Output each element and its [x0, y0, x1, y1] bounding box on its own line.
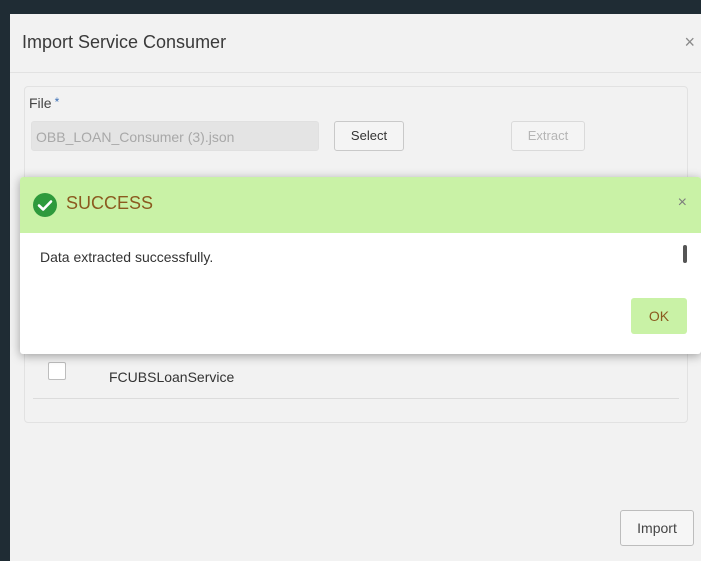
background-window-edge	[0, 0, 10, 561]
file-label-text: File	[29, 95, 52, 111]
success-toast: SUCCESS × Data extracted successfully. O…	[20, 177, 701, 354]
dialog-title: Import Service Consumer	[22, 32, 227, 52]
toast-message: Data extracted successfully.	[40, 249, 214, 265]
toast-close-icon[interactable]: ×	[678, 194, 687, 212]
background-window-topbar	[0, 0, 701, 14]
toast-header: SUCCESS ×	[20, 177, 701, 233]
extract-button[interactable]: Extract	[511, 121, 585, 151]
scrollbar-handle[interactable]	[683, 245, 687, 263]
service-row-checkbox[interactable]	[48, 362, 66, 380]
import-button[interactable]: Import	[620, 510, 694, 546]
file-name-field[interactable]: OBB_LOAN_Consumer (3).json	[31, 121, 319, 151]
required-mark: *	[54, 95, 60, 109]
file-label: File *	[29, 95, 59, 111]
dialog-header: Import Service Consumer ×	[10, 14, 701, 73]
check-circle-icon	[33, 193, 57, 217]
toast-title: SUCCESS	[66, 193, 154, 213]
row-divider	[33, 398, 679, 399]
ok-button[interactable]: OK	[631, 298, 687, 334]
dialog-close-icon[interactable]: ×	[684, 32, 695, 53]
select-button[interactable]: Select	[334, 121, 404, 151]
service-row-label: FCUBSLoanService	[109, 369, 235, 385]
